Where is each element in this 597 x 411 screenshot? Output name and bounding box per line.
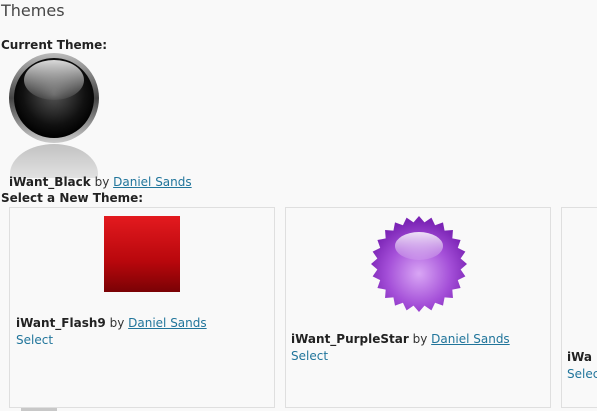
theme-by: by (412, 332, 428, 346)
theme-card-iwant-flash9: iWant_Flash9 by Daniel Sands Select (9, 207, 275, 408)
black-glossy-orb-icon (9, 53, 99, 178)
current-theme-by: by (94, 175, 110, 189)
select-new-theme-label: Select a New Theme: (1, 191, 144, 205)
themes-page: Themes Current Theme: iWant_Black by Dan… (0, 0, 597, 411)
purple-star-icon[interactable] (369, 214, 469, 314)
current-theme-name: iWant_Black (9, 175, 91, 189)
purple-star-shape (371, 216, 467, 312)
theme-caption: iWant_PurpleStar by Daniel Sands (291, 332, 510, 346)
theme-name: iWa (567, 350, 593, 364)
page-title: Themes (1, 1, 65, 20)
select-theme-link[interactable]: Selec (567, 367, 597, 381)
current-theme-caption: iWant_Black by Daniel Sands (9, 175, 192, 189)
theme-author-link[interactable]: Daniel Sands (128, 316, 207, 330)
theme-caption: iWa (567, 350, 592, 364)
theme-caption: iWant_Flash9 by Daniel Sands (16, 316, 207, 330)
red-square-icon[interactable] (104, 216, 180, 292)
theme-author-link[interactable]: Daniel Sands (431, 332, 510, 346)
select-theme-link[interactable]: Select (16, 333, 53, 347)
select-theme-link[interactable]: Select (291, 349, 328, 363)
theme-card-partial: iWa Selec (561, 207, 597, 408)
theme-name: iWant_PurpleStar (291, 332, 409, 346)
current-theme-author-link[interactable]: Daniel Sands (113, 175, 192, 189)
theme-card-iwant-purplestar: iWant_PurpleStar by Daniel Sands Select (285, 207, 551, 408)
theme-name: iWant_Flash9 (16, 316, 106, 330)
theme-by: by (109, 316, 125, 330)
